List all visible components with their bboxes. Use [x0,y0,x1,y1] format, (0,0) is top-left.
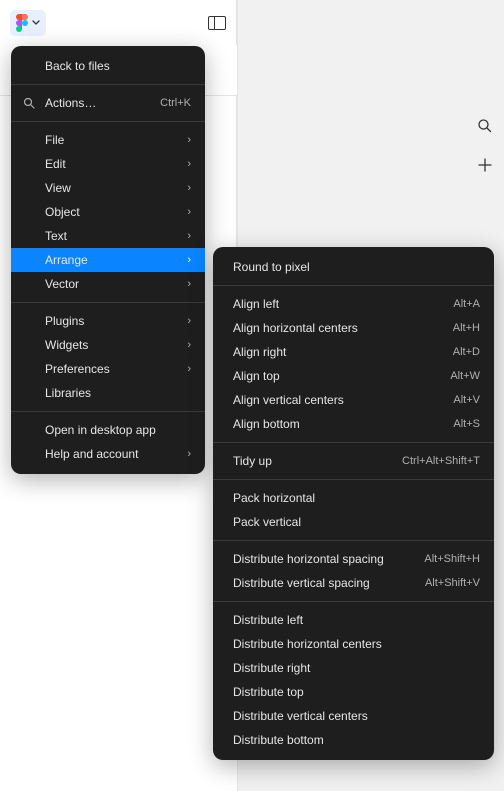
menu-pack-horizontal[interactable]: Pack horizontal [213,486,494,510]
menu-distribute-vertical-spacing[interactable]: Distribute vertical spacingAlt+Shift+V [213,571,494,595]
menu-plugins[interactable]: Plugins› [11,309,205,333]
menu-align-bottom[interactable]: Align bottomAlt+S [213,412,494,436]
menu-separator [213,540,494,541]
menu-edit[interactable]: Edit› [11,152,205,176]
menu-align-vertical-centers[interactable]: Align vertical centersAlt+V [213,388,494,412]
menu-align-top[interactable]: Align topAlt+W [213,364,494,388]
menu-separator [11,302,205,303]
menu-widgets[interactable]: Widgets› [11,333,205,357]
figma-logo-icon [16,14,28,32]
chevron-right-icon: › [187,182,191,194]
menu-distribute-left[interactable]: Distribute left [213,608,494,632]
menu-tidy-up[interactable]: Tidy upCtrl+Alt+Shift+T [213,449,494,473]
menu-libraries[interactable]: Libraries [11,381,205,405]
menu-pack-vertical[interactable]: Pack vertical [213,510,494,534]
menu-distribute-horizontal-spacing[interactable]: Distribute horizontal spacingAlt+Shift+H [213,547,494,571]
menu-back-to-files[interactable]: Back to files [11,54,205,78]
chevron-right-icon: › [187,363,191,375]
menu-separator [11,84,205,85]
chevron-right-icon: › [187,315,191,327]
menu-distribute-vertical-centers[interactable]: Distribute vertical centers [213,704,494,728]
menu-open-desktop[interactable]: Open in desktop app [11,418,205,442]
search-icon[interactable] [477,118,492,138]
main-menu: Back to files Actions… Ctrl+K File› Edit… [11,46,205,474]
menu-distribute-horizontal-centers[interactable]: Distribute horizontal centers [213,632,494,656]
chevron-right-icon: › [187,230,191,242]
menu-preferences[interactable]: Preferences› [11,357,205,381]
arrange-submenu: Round to pixel Align leftAlt+A Align hor… [213,247,494,760]
menu-separator [213,601,494,602]
top-toolbar [0,0,237,45]
menu-separator [213,442,494,443]
menu-view[interactable]: View› [11,176,205,200]
menu-distribute-top[interactable]: Distribute top [213,680,494,704]
menu-actions[interactable]: Actions… Ctrl+K [11,91,205,115]
chevron-right-icon: › [187,206,191,218]
menu-help-account[interactable]: Help and account› [11,442,205,466]
menu-separator [11,411,205,412]
chevron-right-icon: › [187,448,191,460]
menu-file[interactable]: File› [11,128,205,152]
figma-menu-button[interactable] [10,10,46,36]
menu-vector[interactable]: Vector› [11,272,205,296]
chevron-right-icon: › [187,158,191,170]
menu-arrange[interactable]: Arrange› [11,248,205,272]
panel-toggle-icon[interactable] [208,16,226,30]
chevron-down-icon [32,19,40,27]
menu-align-left[interactable]: Align leftAlt+A [213,292,494,316]
menu-text[interactable]: Text› [11,224,205,248]
menu-object[interactable]: Object› [11,200,205,224]
chevron-right-icon: › [187,339,191,351]
menu-separator [213,479,494,480]
plus-icon[interactable] [478,158,492,177]
menu-align-right[interactable]: Align rightAlt+D [213,340,494,364]
search-icon [23,97,35,109]
menu-separator [11,121,205,122]
chevron-right-icon: › [187,254,191,266]
menu-distribute-right[interactable]: Distribute right [213,656,494,680]
menu-align-horizontal-centers[interactable]: Align horizontal centersAlt+H [213,316,494,340]
menu-distribute-bottom[interactable]: Distribute bottom [213,728,494,752]
menu-round-to-pixel[interactable]: Round to pixel [213,255,494,279]
menu-separator [213,285,494,286]
chevron-right-icon: › [187,134,191,146]
chevron-right-icon: › [187,278,191,290]
